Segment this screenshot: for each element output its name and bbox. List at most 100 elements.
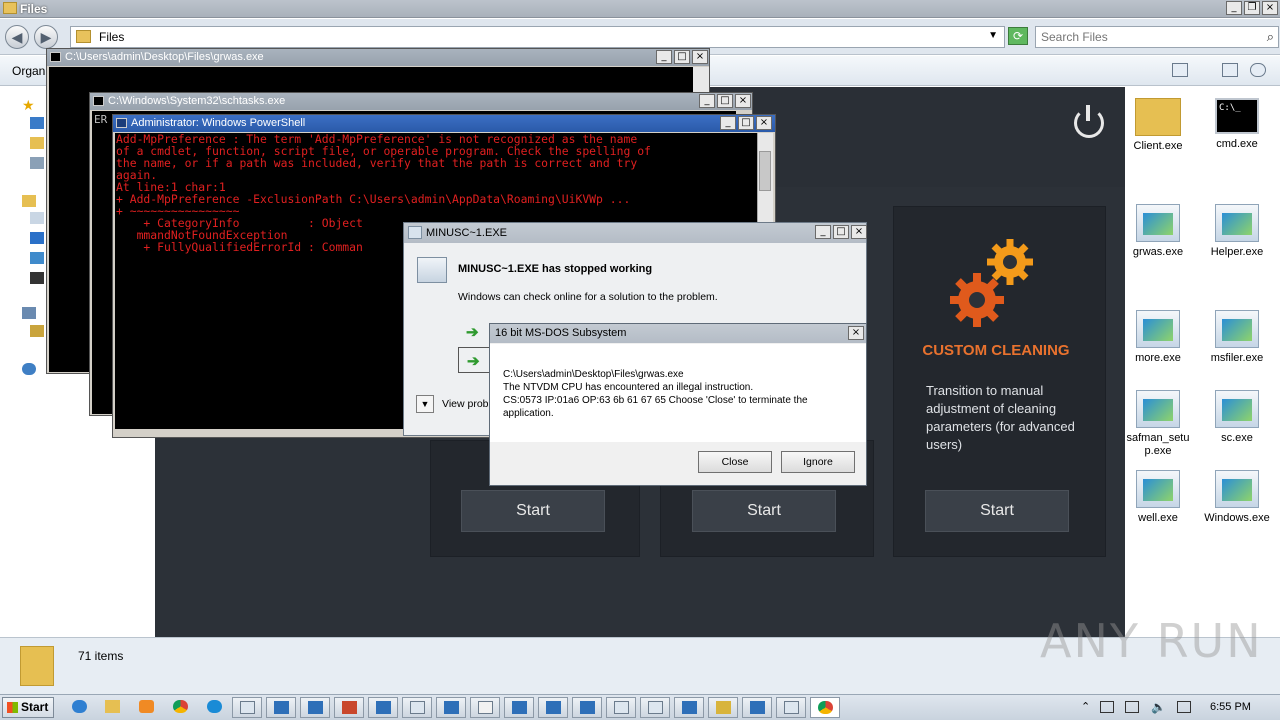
taskbar-item[interactable] [300, 697, 330, 718]
favorites-star-icon[interactable]: ★ [22, 97, 36, 113]
close-button[interactable]: × [1262, 1, 1278, 15]
minimize-button[interactable]: _ [815, 225, 831, 239]
minimize-button[interactable]: _ [1226, 1, 1242, 15]
search-icon[interactable]: ⌕ [1267, 29, 1274, 45]
file-item[interactable]: Windows.exe [1197, 470, 1277, 525]
close-button[interactable]: × [756, 116, 772, 130]
dialog-titlebar[interactable]: 16 bit MS-DOS Subsystem [490, 324, 866, 343]
explorer-titlebar[interactable]: Files _ ❐ × [0, 0, 1280, 18]
local-disk-icon[interactable] [30, 325, 44, 337]
watermark: ANY RUN [1040, 614, 1263, 668]
view-problem-details[interactable]: View prob [442, 398, 489, 410]
file-item[interactable]: Client.exe [1118, 98, 1198, 153]
file-item[interactable]: sc.exe [1197, 390, 1277, 445]
documents-icon[interactable] [30, 212, 44, 224]
media-player-icon[interactable] [132, 697, 162, 718]
ie-icon[interactable] [65, 697, 95, 718]
close-button[interactable]: × [851, 225, 867, 239]
taskbar-item[interactable] [436, 697, 466, 718]
minimize-button[interactable]: _ [699, 94, 715, 108]
edge-icon[interactable] [200, 697, 230, 718]
network-icon[interactable] [1125, 701, 1139, 713]
arrow-right-icon: ➔ [466, 324, 479, 341]
file-item[interactable]: grwas.exe [1118, 204, 1198, 259]
taskbar-item[interactable] [538, 697, 568, 718]
taskbar-item[interactable] [742, 697, 772, 718]
scrollbar-thumb[interactable] [759, 151, 771, 191]
taskbar-item[interactable] [266, 697, 296, 718]
dialog-titlebar[interactable]: MINUSC~1.EXE [404, 223, 866, 243]
file-item[interactable]: well.exe [1118, 470, 1198, 525]
maximize-button[interactable]: □ [717, 94, 733, 108]
videos-icon[interactable] [30, 272, 44, 284]
computer-icon[interactable] [22, 307, 36, 319]
chevron-down-icon[interactable]: ▼ [416, 395, 434, 413]
chrome-icon[interactable] [166, 697, 196, 718]
window-titlebar[interactable]: Administrator: Windows PowerShell [113, 115, 775, 132]
close-button[interactable]: Close [698, 451, 772, 473]
downloads-icon[interactable] [30, 137, 44, 149]
battery-icon[interactable] [1177, 701, 1191, 713]
app-icon [408, 226, 422, 239]
action-center-icon[interactable] [1100, 701, 1114, 713]
taskbar-item[interactable] [776, 697, 806, 718]
start-button-2[interactable]: Start [692, 490, 836, 532]
organize-menu[interactable]: Organi [12, 64, 48, 78]
start-button-3[interactable]: Start [925, 490, 1069, 532]
recent-places-icon[interactable] [30, 157, 44, 169]
file-item[interactable]: Helper.exe [1197, 204, 1277, 259]
chevron-up-icon[interactable]: ⌃ [1081, 700, 1090, 713]
minimize-button[interactable]: _ [720, 116, 736, 130]
libraries-icon[interactable] [22, 195, 36, 207]
file-item[interactable]: msfiler.exe [1197, 310, 1277, 365]
help-icon[interactable] [1250, 63, 1266, 77]
refresh-button[interactable]: ⟳ [1008, 27, 1028, 45]
ntvdm-error-dialog[interactable]: 16 bit MS-DOS Subsystem × C:\Users\admin… [489, 323, 867, 486]
close-button[interactable]: × [692, 50, 708, 64]
close-icon[interactable]: × [848, 326, 864, 340]
search-input[interactable] [1041, 28, 1251, 46]
explorer-icon[interactable] [98, 697, 128, 718]
restore-button[interactable]: ❐ [1244, 1, 1260, 15]
taskbar-item[interactable] [674, 697, 704, 718]
taskbar-item[interactable] [470, 697, 500, 718]
search-box[interactable]: ⌕ [1035, 26, 1279, 48]
taskbar-item[interactable] [232, 697, 262, 718]
power-icon[interactable] [1074, 105, 1104, 138]
maximize-button[interactable]: □ [738, 116, 754, 130]
start-button[interactable]: Start [2, 697, 54, 718]
window-titlebar[interactable]: C:\Users\admin\Desktop\Files\grwas.exe [47, 49, 709, 66]
taskbar-item[interactable] [708, 697, 738, 718]
ignore-button[interactable]: Ignore [781, 451, 855, 473]
taskbar-item[interactable] [402, 697, 432, 718]
taskbar-item[interactable] [640, 697, 670, 718]
back-button[interactable]: ◀ [5, 25, 29, 49]
minimize-button[interactable]: _ [656, 50, 672, 64]
maximize-button[interactable]: □ [833, 225, 849, 239]
volume-icon[interactable]: 🔈 [1151, 700, 1166, 714]
view-icon[interactable] [1172, 63, 1188, 77]
taskbar-item[interactable] [504, 697, 534, 718]
forward-button[interactable]: ▶ [34, 25, 58, 49]
start-button-1[interactable]: Start [461, 490, 605, 532]
taskbar-item[interactable] [572, 697, 602, 718]
music-icon[interactable] [30, 232, 44, 244]
taskbar-item[interactable] [334, 697, 364, 718]
network-icon[interactable] [22, 363, 36, 375]
close-button[interactable]: × [735, 94, 751, 108]
file-item[interactable]: C:\_ cmd.exe [1197, 98, 1277, 151]
taskbar-item[interactable] [368, 697, 398, 718]
taskbar-item[interactable] [606, 697, 636, 718]
pictures-icon[interactable] [30, 252, 44, 264]
chevron-down-icon[interactable]: ▼ [988, 30, 998, 41]
file-item[interactable]: safman_setu p.exe [1118, 390, 1198, 458]
breadcrumb[interactable]: Files [99, 30, 124, 44]
clock[interactable]: 6:55 PM [1210, 701, 1251, 713]
window-titlebar[interactable]: C:\Windows\System32\schtasks.exe [90, 93, 752, 110]
desktop-icon[interactable] [30, 117, 44, 129]
chrome-taskbar-item[interactable] [810, 697, 840, 718]
file-item[interactable]: more.exe [1118, 310, 1198, 365]
preview-pane-icon[interactable] [1222, 63, 1238, 77]
maximize-button[interactable]: □ [674, 50, 690, 64]
address-bar[interactable]: Files ▼ [70, 26, 1005, 48]
